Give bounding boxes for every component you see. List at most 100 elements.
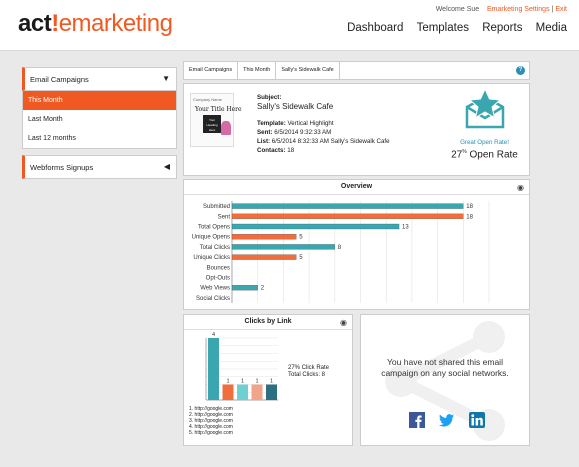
bar — [231, 244, 335, 250]
bar — [222, 384, 234, 400]
campaign-info-panel: Company Name Your Title Here Your Headin… — [183, 83, 530, 176]
subject-value: Sally's Sidewalk Cafe — [257, 102, 334, 111]
caret-down-icon: ▼ — [162, 74, 170, 83]
overview-title: Overview — [184, 180, 529, 195]
value-label: 1 — [241, 379, 244, 385]
template-value: Vertical Highlight — [287, 120, 334, 127]
value-label: 13 — [402, 225, 409, 231]
value-label: 4 — [212, 332, 215, 338]
category-label: Unique Clicks — [193, 255, 230, 261]
bar — [231, 213, 464, 219]
value-label: 18 — [466, 214, 473, 220]
value-label: 1 — [226, 379, 229, 385]
value-label: 1 — [270, 379, 273, 385]
bar — [208, 338, 219, 400]
logo-bang-text: ! — [51, 10, 59, 37]
value-label: 5 — [299, 235, 303, 241]
webforms-signups-dropdown[interactable]: Webforms Signups ◀ — [22, 155, 177, 179]
campaign-period-list: This Month Last Month Last 12 months — [22, 91, 177, 149]
act-emarketing-logo[interactable]: act!emarketing — [18, 10, 173, 38]
email-campaigns-label: Email Campaigns — [30, 75, 89, 84]
star-envelope-icon — [465, 87, 504, 129]
welcome-line: Welcome Sue Emarketing Settings | Exit — [436, 6, 567, 13]
sidebar-item-last-12-months[interactable]: Last 12 months — [23, 129, 176, 148]
click-stats: 27% Click Rate Total Clicks: 8 — [288, 365, 329, 379]
bar — [231, 223, 400, 230]
value-label: 8 — [338, 245, 342, 251]
subject-label: Subject: — [257, 94, 282, 101]
link-list: 1. http://google.com 2. http://google.co… — [189, 406, 233, 436]
help-icon[interactable]: ? — [516, 66, 525, 75]
category-label: Total Clicks — [200, 245, 230, 251]
linkedin-icon[interactable] — [469, 412, 485, 428]
clicks-by-link-panel: Clicks by Link ◉ 4 1 1 1 1 27% Click Rate To… — [183, 314, 353, 446]
bar — [231, 254, 297, 260]
bar — [231, 234, 297, 240]
value-label: 18 — [466, 204, 473, 210]
nav-templates[interactable]: Templates — [417, 22, 469, 34]
click-rate-text: 27% Click Rate — [288, 365, 330, 371]
email-campaigns-dropdown[interactable]: Email Campaigns ▼ — [22, 67, 177, 91]
category-label: Opt-Outs — [206, 276, 230, 282]
nav-dashboard[interactable]: Dashboard — [347, 22, 403, 34]
nav-reports[interactable]: Reports — [482, 22, 522, 34]
contacts-label: Contacts: — [257, 147, 286, 154]
value-label: 2 — [261, 286, 265, 292]
category-label: Sent — [218, 214, 231, 220]
top-bar: act!emarketing Welcome Sue Emarketing Se… — [0, 0, 579, 51]
template-label: Template: — [257, 120, 286, 127]
eye-icon[interactable]: ◉ — [517, 183, 524, 192]
category-label: Submitted — [203, 204, 230, 210]
logo-act-text: act — [18, 10, 52, 37]
template-thumbnail[interactable]: Company Name Your Title Here Your Headin… — [190, 93, 242, 147]
welcome-separator: | — [551, 6, 554, 13]
breadcrumb-campaign: Sally's Sidewalk Cafe — [276, 62, 340, 79]
open-rate-value: 27 — [451, 149, 463, 161]
overview-panel: Overview ◉ Submitted 18 Sent 18 Total Opens 1… — [183, 179, 530, 310]
clicks-by-link-title: Clicks by Link — [184, 315, 352, 330]
main-nav: Dashboard Templates Reports Media — [337, 22, 567, 34]
bar — [237, 384, 248, 400]
sidebar-item-this-month[interactable]: This Month — [23, 91, 176, 110]
logo-rest-text: emarketing — [58, 10, 173, 37]
share-message: You have not shared this email campaign … — [381, 357, 509, 378]
link-item[interactable]: 5. http://google.com — [189, 430, 233, 436]
category-label: Bounces — [207, 265, 230, 271]
breadcrumb: Email Campaigns This Month Sally's Sidewal… — [183, 61, 530, 80]
category-label: Web Views — [200, 286, 230, 292]
thumbnail-title: Your Title Here — [195, 106, 242, 113]
great-open-rate-text: Great Open Rate! — [460, 139, 509, 146]
category-label: Total Opens — [198, 225, 230, 231]
list-value: 6/5/2014 8:32:33 AM Sally's Sidewalk Caf… — [271, 138, 390, 145]
facebook-icon[interactable] — [409, 412, 425, 428]
thumbnail-company: Company Name — [193, 97, 222, 102]
caret-left-icon: ◀ — [163, 162, 170, 171]
category-label: Social Clicks — [196, 296, 230, 302]
open-rate-badge: Great Open Rate! 27% Open Rate — [447, 87, 522, 160]
breadcrumb-this-month[interactable]: This Month — [238, 62, 277, 79]
sidebar: Email Campaigns ▼ This Month Last Month … — [22, 67, 177, 179]
list-label: List: — [257, 138, 271, 145]
breadcrumb-email-campaigns[interactable]: Email Campaigns — [184, 62, 239, 79]
value-label: 5 — [299, 255, 303, 261]
open-rate-text: 27% Open Rate — [447, 149, 522, 160]
webforms-signups-label: Webforms Signups — [30, 163, 94, 172]
eye-icon[interactable]: ◉ — [340, 318, 347, 327]
twitter-icon[interactable] — [439, 412, 455, 428]
sidebar-item-last-month[interactable]: Last Month — [23, 110, 176, 129]
social-share-panel: You have not shared this email campaign … — [360, 314, 530, 446]
emarketing-settings-link[interactable]: Emarketing Settings — [487, 6, 550, 13]
welcome-text: Welcome Sue — [435, 6, 480, 13]
sent-value: 6/5/2014 9:32:33 AM — [274, 129, 332, 136]
category-label: Unique Opens — [192, 235, 230, 241]
bar — [231, 285, 258, 291]
nav-media[interactable]: Media — [536, 22, 567, 34]
contacts-value: 18 — [287, 147, 295, 154]
bar — [251, 384, 263, 400]
campaign-details: Subject: Sally's Sidewalk Cafe Template:… — [257, 93, 390, 155]
value-label: 1 — [255, 379, 258, 385]
bar — [231, 203, 464, 209]
thumbnail-cupcake-image — [221, 121, 231, 135]
open-rate-label: Open Rate — [469, 149, 518, 161]
exit-link[interactable]: Exit — [555, 6, 567, 13]
